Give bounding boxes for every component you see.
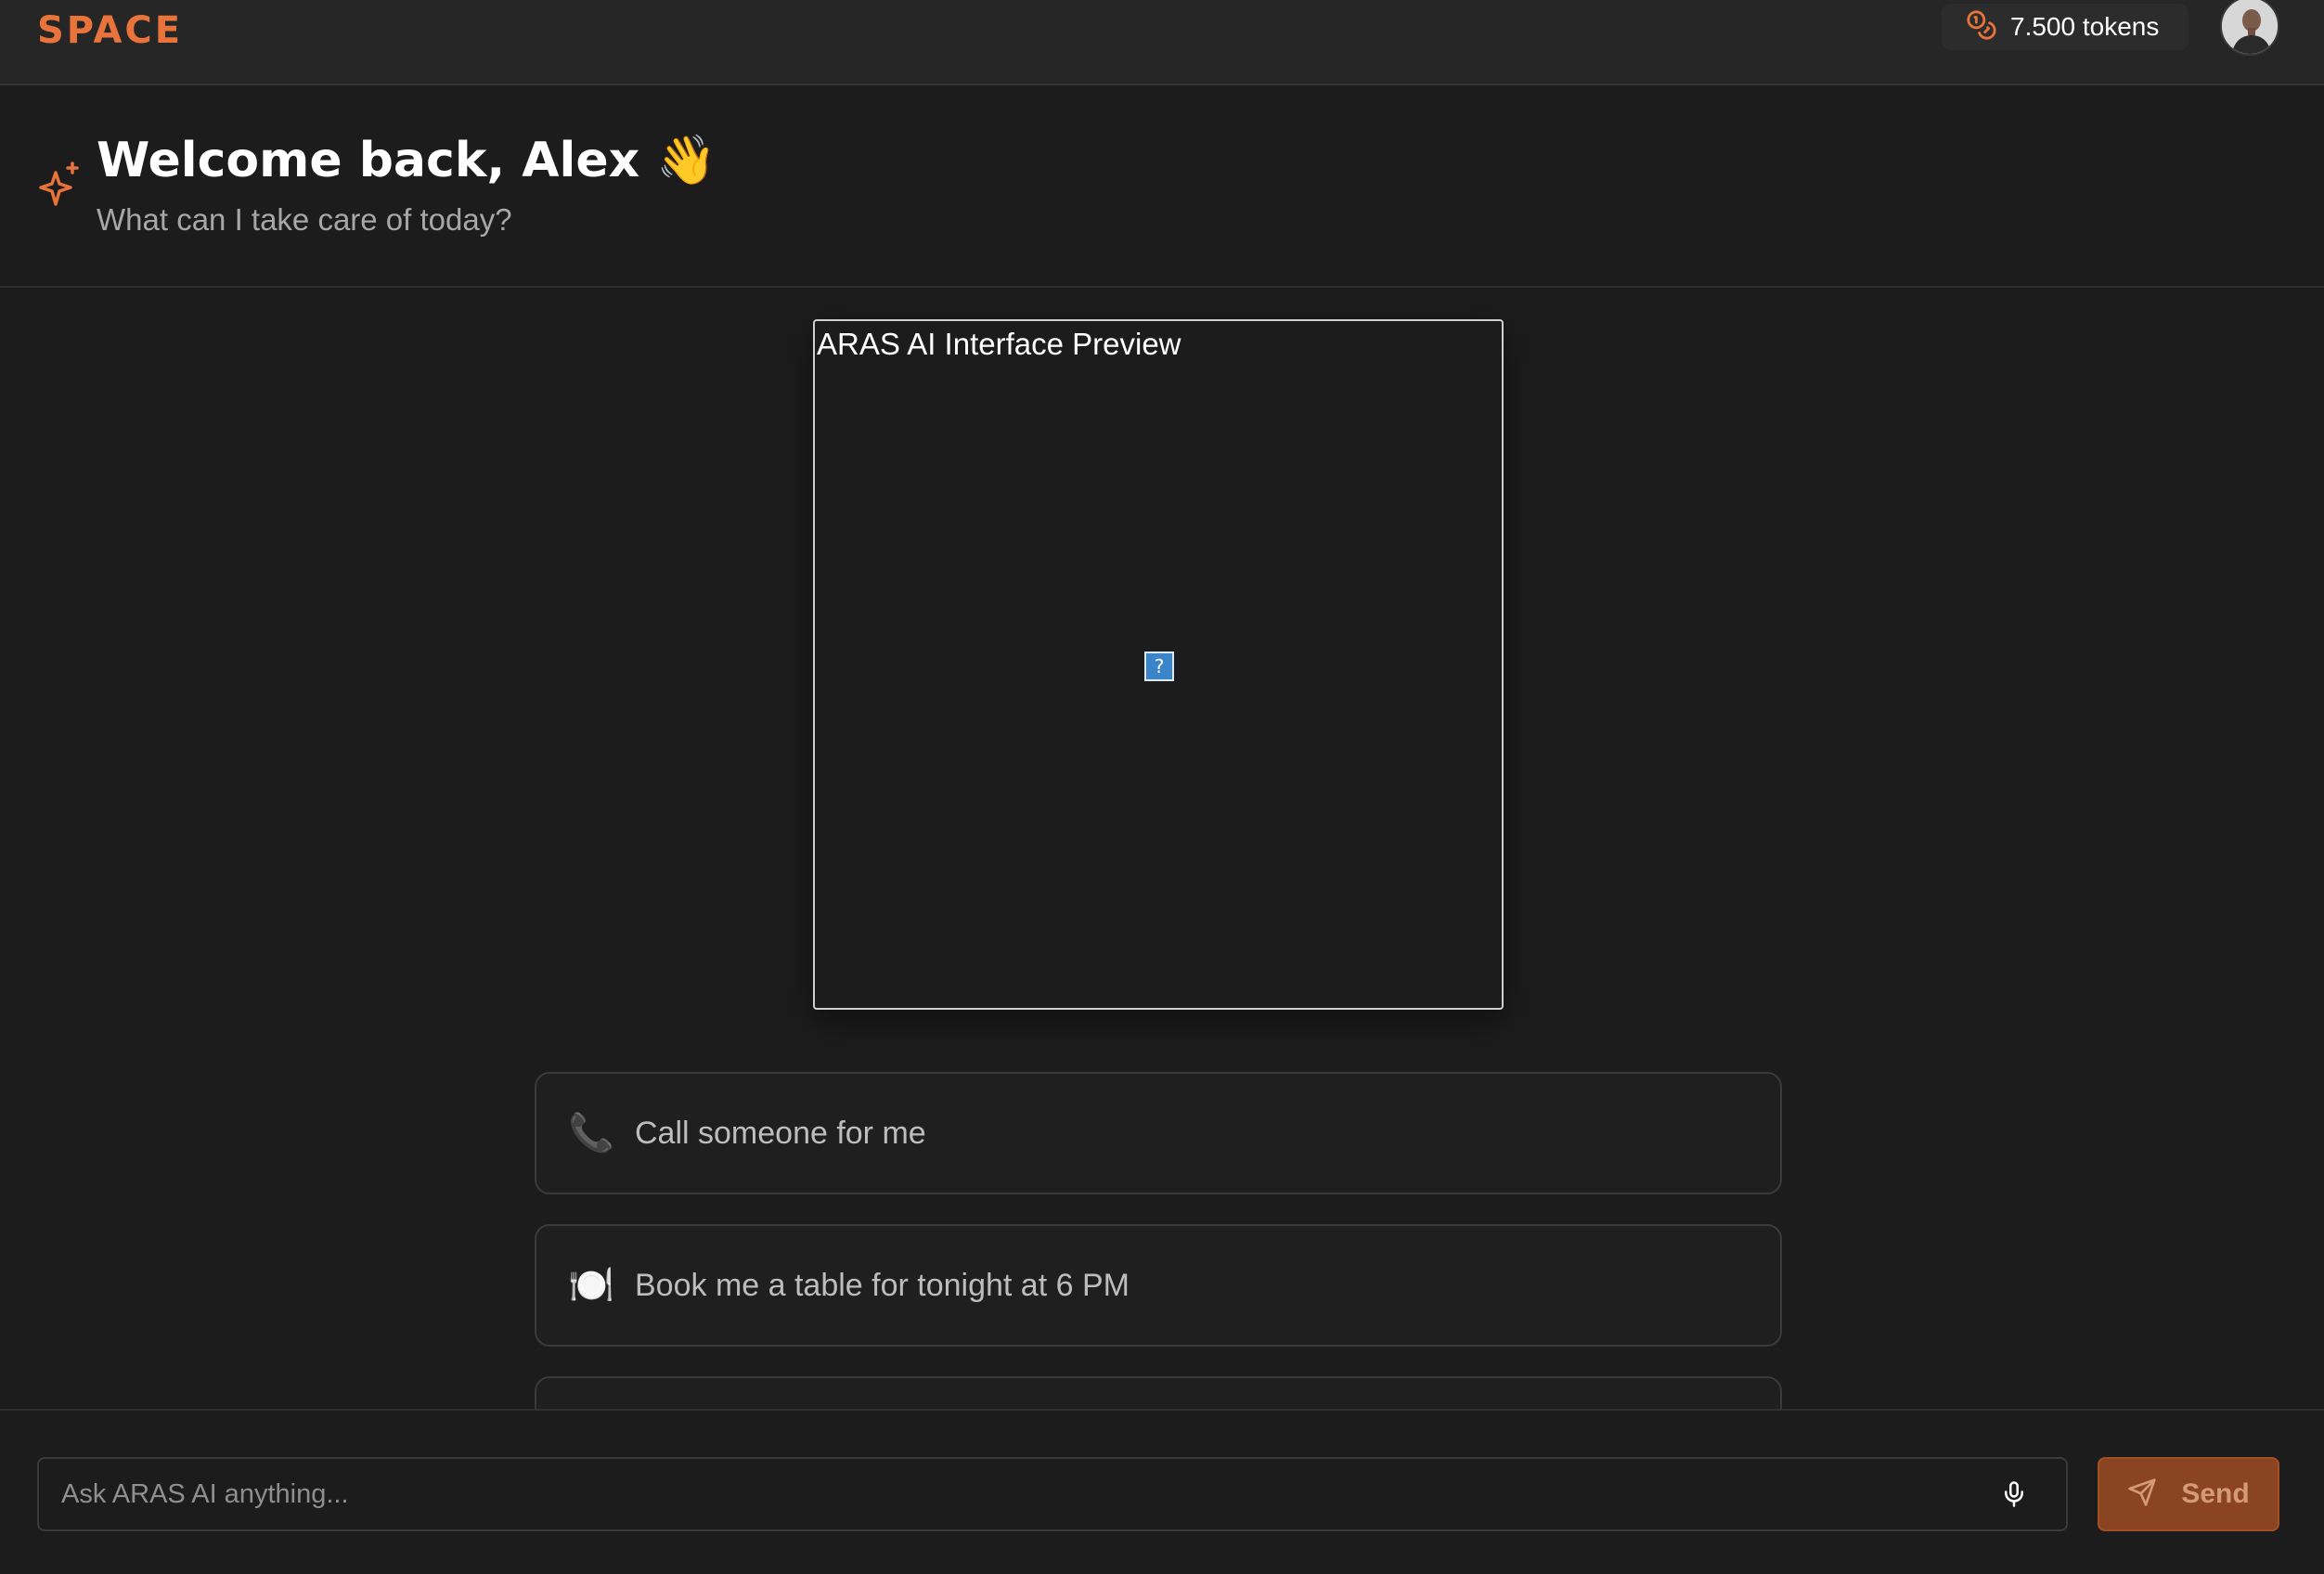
send-icon: [2127, 1477, 2157, 1512]
suggestion-partial[interactable]: [535, 1376, 1782, 1409]
send-button[interactable]: Send: [2098, 1457, 2279, 1531]
suggestion-label: Book me a table for tonight at 6 PM: [635, 1267, 1130, 1303]
user-avatar[interactable]: [2220, 0, 2279, 56]
coins-icon: [1966, 9, 1997, 45]
token-balance[interactable]: 7.500 tokens: [1942, 4, 2188, 50]
sparkle-icon: [35, 160, 82, 210]
suggestion-label: Call someone for me: [635, 1115, 926, 1151]
page-subtitle: What can I take care of today?: [97, 202, 512, 237]
interface-preview-image: ARAS AI Interface Preview ?: [813, 319, 1504, 1010]
preview-alt-text: ARAS AI Interface Preview: [817, 327, 1181, 361]
token-count: 7.500 tokens: [2010, 12, 2160, 41]
prompt-input[interactable]: [37, 1457, 2068, 1531]
message-composer: Send: [0, 1409, 2324, 1574]
phone-icon: 📞: [568, 1113, 614, 1154]
welcome-header: Welcome back, Alex 👋 What can I take car…: [0, 87, 2324, 288]
suggestion-list: 📞 Call someone for me 🍽️ Book me a table…: [0, 1021, 2324, 1409]
broken-image-icon: ?: [1144, 652, 1174, 681]
suggestion-call-someone[interactable]: 📞 Call someone for me: [535, 1072, 1782, 1194]
suggestion-book-table[interactable]: 🍽️ Book me a table for tonight at 6 PM: [535, 1224, 1782, 1347]
plate-icon: 🍽️: [568, 1265, 614, 1306]
app-logo[interactable]: SPACE: [37, 9, 183, 52]
top-bar: SPACE 7.500 tokens: [0, 0, 2324, 85]
microphone-icon[interactable]: [1995, 1476, 2033, 1513]
send-label: Send: [2181, 1478, 2250, 1509]
page-title: Welcome back, Alex 👋: [97, 133, 717, 188]
